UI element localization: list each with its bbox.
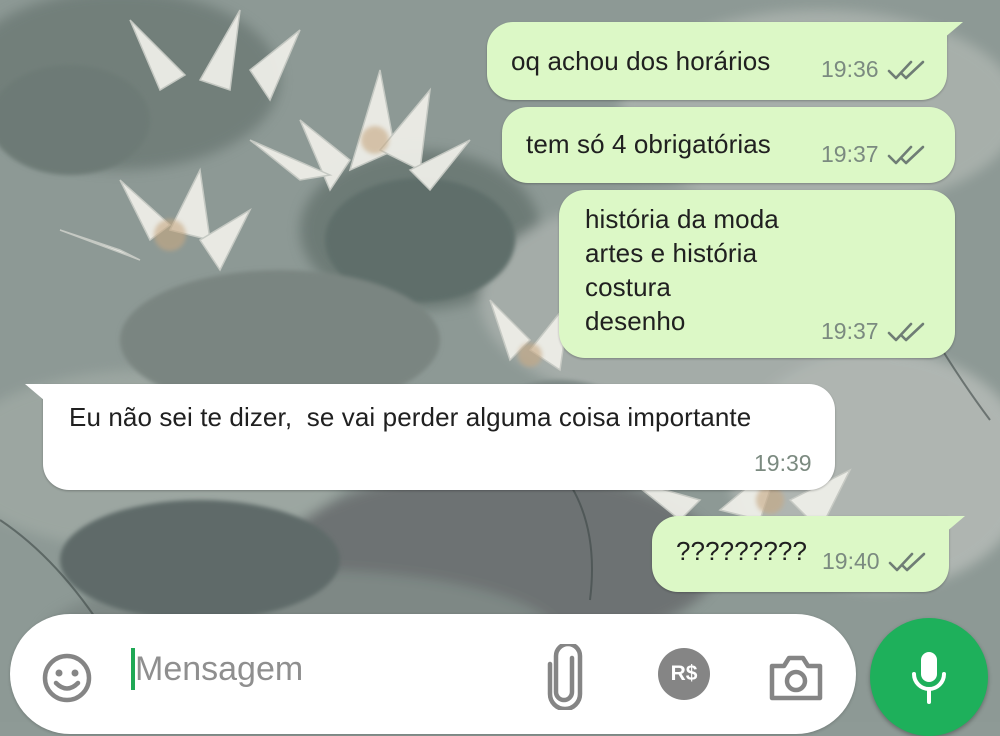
message-outgoing[interactable]: história da moda artes e história costur… (559, 190, 955, 358)
message-time: 19:40 (822, 548, 880, 574)
voice-message-button[interactable] (870, 618, 988, 736)
message-outgoing[interactable]: oq achou dos horários 19:36 (487, 22, 963, 100)
message-composer: Mensagem (10, 614, 856, 734)
camera-icon[interactable] (768, 654, 824, 702)
double-check-icon (887, 322, 924, 341)
message-text: tem só 4 obrigatórias (526, 129, 771, 159)
message-text: história da moda artes e história costur… (585, 204, 779, 336)
message-outgoing[interactable]: ????????? 19:40 (652, 516, 965, 592)
message-time: 19:36 (821, 56, 879, 82)
bubble-tail (937, 22, 963, 44)
paperclip-icon[interactable] (546, 644, 584, 710)
message-outgoing[interactable]: tem só 4 obrigatórias 19:37 (502, 107, 955, 183)
message-incoming[interactable]: Eu não sei te dizer, se vai perder algum… (25, 384, 835, 490)
payment-icon[interactable]: R$ (658, 648, 710, 700)
message-time: 19:39 (754, 450, 812, 476)
message-text: Eu não sei te dizer, se vai perder algum… (69, 402, 752, 432)
emoji-smile-icon[interactable] (40, 651, 94, 705)
double-check-icon (888, 552, 925, 571)
double-check-icon (887, 60, 924, 79)
bubble-tail (939, 516, 965, 538)
message-time: 19:37 (821, 141, 879, 167)
message-input[interactable]: Mensagem (135, 650, 303, 689)
message-text: oq achou dos horários (511, 46, 771, 76)
message-time: 19:37 (821, 318, 879, 344)
microphone-icon (912, 652, 946, 704)
double-check-icon (887, 145, 924, 164)
message-text: ????????? (676, 536, 808, 566)
bubble-tail (25, 384, 51, 406)
